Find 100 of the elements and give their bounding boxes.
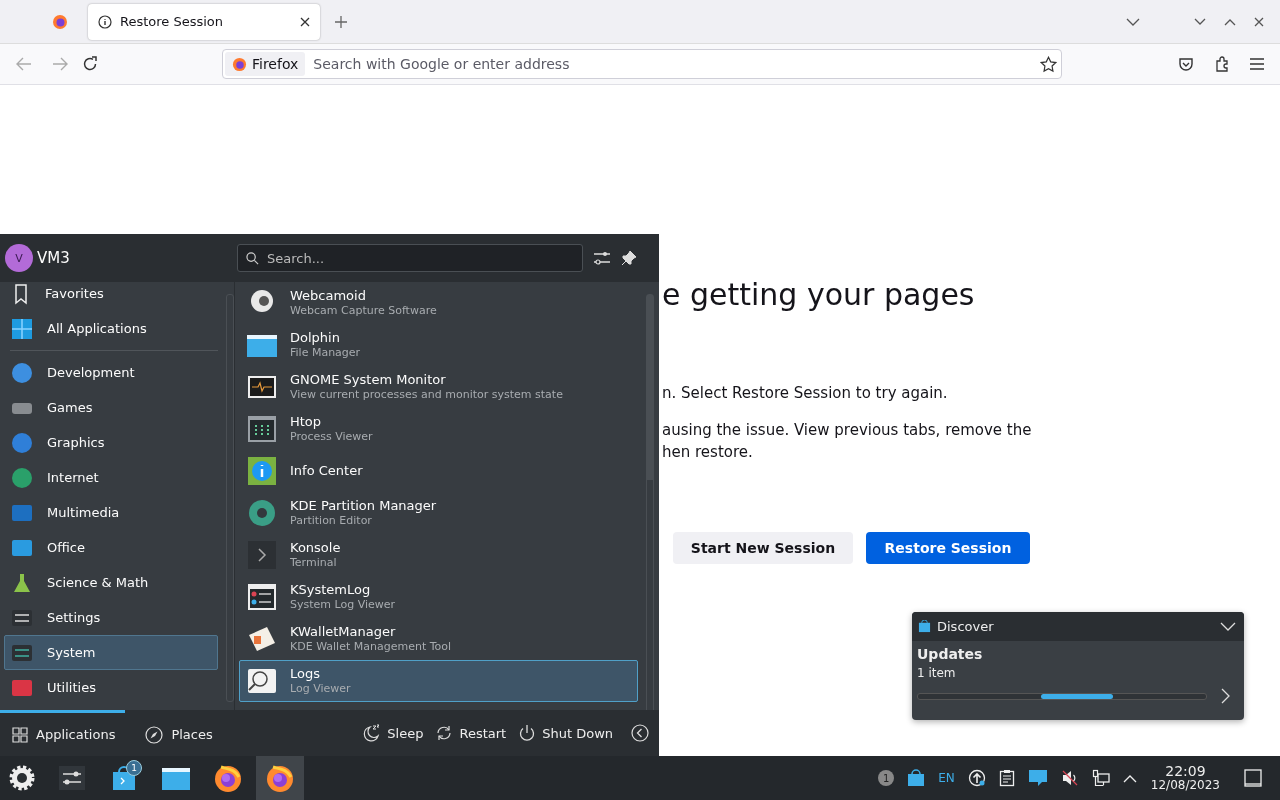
shutdown-button[interactable]: Shut Down bbox=[512, 724, 619, 742]
keyboard-layout[interactable]: EN bbox=[938, 771, 955, 785]
app-item[interactable]: KWalletManager KDE Wallet Management Tool bbox=[239, 618, 638, 660]
restore-button[interactable]: Restore Session bbox=[866, 532, 1030, 564]
app-item[interactable]: KDE Partition Manager Partition Editor bbox=[239, 492, 638, 534]
new-session-button[interactable]: Start New Session bbox=[673, 532, 853, 564]
app-item[interactable]: Webcamoid Webcam Capture Software bbox=[239, 282, 638, 324]
disc-icon bbox=[246, 497, 278, 529]
app-description: View current processes and monitor system state bbox=[290, 388, 563, 402]
maximize-icon[interactable] bbox=[1224, 17, 1236, 26]
sleep-button[interactable]: Sleep bbox=[357, 724, 430, 742]
category-item[interactable]: Science & Math bbox=[4, 565, 218, 600]
grid-icon bbox=[12, 726, 28, 743]
update-icon[interactable] bbox=[967, 769, 986, 787]
show-desktop-icon[interactable] bbox=[1244, 769, 1262, 787]
moon-icon bbox=[363, 724, 382, 742]
reload-icon[interactable] bbox=[82, 56, 98, 72]
address-bar[interactable]: Firefox Search with Google or enter address bbox=[222, 49, 1062, 79]
muted-speaker-icon[interactable] bbox=[1060, 769, 1079, 787]
search-field[interactable]: Search... bbox=[267, 250, 574, 266]
network-icon[interactable] bbox=[1091, 769, 1110, 787]
identity-label[interactable]: Firefox bbox=[225, 52, 306, 76]
sphere-icon bbox=[11, 431, 33, 454]
category-item[interactable]: System bbox=[4, 635, 218, 670]
app-description: File Manager bbox=[290, 346, 361, 360]
collapse-icon[interactable] bbox=[1220, 621, 1236, 632]
close-icon[interactable] bbox=[1254, 16, 1264, 27]
scrollbar[interactable] bbox=[646, 294, 654, 710]
app-description: Terminal bbox=[290, 556, 338, 570]
category-item[interactable]: All Applications bbox=[4, 311, 218, 346]
clock[interactable]: 22:09 12/08/2023 bbox=[1150, 764, 1220, 792]
new-tab-icon[interactable] bbox=[334, 14, 348, 29]
pocket-icon[interactable] bbox=[1178, 56, 1194, 72]
launcher-tab[interactable]: Places bbox=[133, 710, 223, 756]
chevron-down-icon[interactable] bbox=[1126, 16, 1140, 27]
notification-title: Updates bbox=[917, 645, 984, 664]
clipboard-icon[interactable] bbox=[998, 769, 1015, 787]
log-icon bbox=[246, 581, 278, 613]
chevron-right-icon[interactable] bbox=[1221, 688, 1231, 704]
app-item[interactable]: Dolphin File Manager bbox=[239, 324, 638, 366]
pin-icon[interactable] bbox=[621, 250, 637, 266]
info-icon bbox=[98, 14, 112, 29]
page-text: n. Select Restore Session to try again. bbox=[662, 383, 949, 404]
app-description: Partition Editor bbox=[290, 514, 373, 528]
puzzle-icon[interactable] bbox=[1214, 56, 1230, 72]
restart-button[interactable]: Restart bbox=[429, 724, 513, 742]
restart-icon bbox=[435, 724, 454, 742]
terminal-icon bbox=[246, 413, 278, 445]
star-icon[interactable] bbox=[1040, 55, 1057, 73]
app-description: Webcam Capture Software bbox=[290, 304, 437, 318]
power-icon bbox=[518, 724, 537, 742]
category-item[interactable]: Favorites bbox=[4, 282, 218, 311]
browser-icon bbox=[52, 13, 68, 30]
app-description: KDE Wallet Management Tool bbox=[290, 640, 452, 654]
category-item[interactable]: Development bbox=[4, 355, 218, 390]
app-item[interactable]: Info Center bbox=[239, 450, 638, 492]
category-item[interactable]: Games bbox=[4, 390, 218, 425]
chat-icon[interactable] bbox=[1027, 769, 1048, 787]
bag-icon[interactable] bbox=[907, 769, 926, 787]
taskbar-item[interactable]: 1 bbox=[100, 756, 148, 800]
category-item[interactable]: Settings bbox=[4, 600, 218, 635]
grid-icon bbox=[11, 317, 33, 340]
page-text: hen restore. bbox=[662, 442, 754, 463]
info-icon bbox=[246, 455, 278, 487]
browser-tab[interactable]: Restore Session bbox=[88, 3, 320, 40]
compass-icon bbox=[145, 725, 164, 744]
bag-icon bbox=[111, 765, 137, 791]
gear-icon bbox=[8, 764, 36, 792]
app-item[interactable]: KSystemLog System Log Viewer bbox=[239, 576, 638, 618]
user-avatar[interactable]: V bbox=[5, 244, 33, 272]
category-item[interactable]: Internet bbox=[4, 460, 218, 495]
app-item[interactable]: GNOME System Monitor View current processes and monitor system state bbox=[239, 366, 638, 408]
category-item[interactable]: Graphics bbox=[4, 425, 218, 460]
category-item[interactable]: Utilities bbox=[4, 670, 218, 705]
count-badge[interactable]: 1 bbox=[878, 770, 895, 786]
taskbar-item[interactable] bbox=[256, 756, 304, 800]
address-field[interactable]: Search with Google or enter address bbox=[313, 56, 1032, 72]
browser-icon bbox=[265, 763, 295, 793]
tab-title: Restore Session bbox=[120, 14, 225, 29]
filter-icon[interactable] bbox=[593, 250, 611, 266]
app-item[interactable]: Logs Log Viewer bbox=[239, 660, 638, 702]
app-description: Log Viewer bbox=[290, 682, 351, 696]
menu-icon[interactable] bbox=[1250, 58, 1264, 70]
scrollbar-track[interactable] bbox=[226, 294, 234, 702]
notification-text: 1 item bbox=[917, 665, 957, 682]
flask-icon bbox=[11, 571, 33, 594]
close-icon[interactable] bbox=[300, 16, 310, 27]
terminal-icon bbox=[246, 539, 278, 571]
minimize-icon[interactable] bbox=[1194, 17, 1206, 26]
browser-icon bbox=[232, 56, 247, 72]
app-description: Process Viewer bbox=[290, 430, 373, 444]
app-item[interactable]: Htop Process Viewer bbox=[239, 408, 638, 450]
search-box[interactable]: Search... bbox=[237, 244, 583, 272]
category-item[interactable]: Office bbox=[4, 530, 218, 565]
category-item[interactable]: Multimedia bbox=[4, 495, 218, 530]
app-description: System Log Viewer bbox=[290, 598, 396, 612]
search-icon bbox=[246, 251, 259, 265]
caret-up-icon[interactable] bbox=[1122, 773, 1137, 783]
user-name: VM3 bbox=[37, 249, 71, 267]
app-item[interactable]: Konsole Terminal bbox=[239, 534, 638, 576]
